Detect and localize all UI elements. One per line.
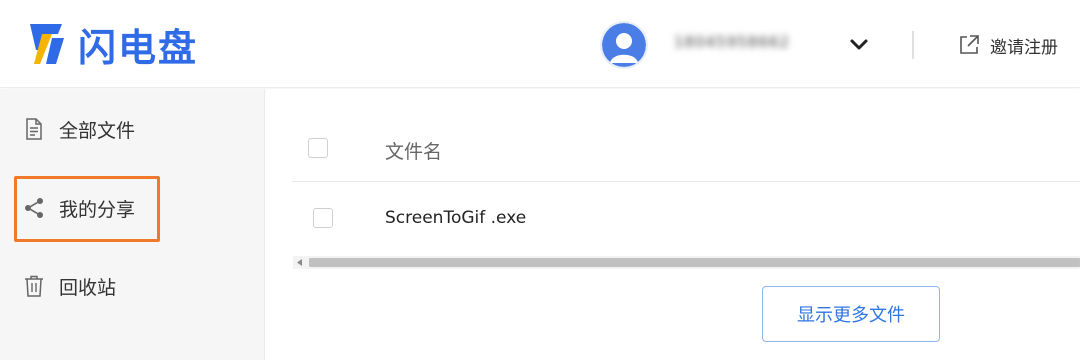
header-divider	[912, 31, 914, 59]
logo-text: 闪电盘	[78, 25, 199, 70]
show-more-files-button[interactable]: 显示更多文件	[762, 286, 940, 342]
lightning-logo-icon	[30, 24, 64, 64]
file-name[interactable]: ScreenToGif .exe	[385, 208, 526, 228]
sidebar-item-all-files[interactable]: 全部文件	[0, 109, 265, 149]
sidebar-item-label: 我的分享	[59, 198, 136, 221]
chevron-down-icon[interactable]	[848, 36, 870, 54]
avatar-person-icon	[602, 23, 646, 67]
invite-register-link[interactable]: 邀请注册	[957, 32, 1058, 58]
scroll-left-arrow-icon[interactable]	[293, 256, 307, 269]
share-icon	[25, 198, 43, 218]
external-link-icon	[960, 35, 979, 54]
sidebar-item-recycle-bin[interactable]: 回收站	[0, 266, 265, 306]
invite-label: 邀请注册	[990, 37, 1058, 58]
horizontal-scrollbar[interactable]	[293, 256, 1080, 269]
sidebar-item-my-shares[interactable]: 我的分享	[0, 188, 265, 228]
table-header: 文件名	[292, 116, 1080, 182]
trash-icon	[25, 275, 43, 297]
scrollbar-thumb[interactable]	[309, 258, 1080, 267]
select-all-checkbox[interactable]	[308, 138, 328, 158]
user-avatar[interactable]	[600, 21, 648, 69]
app-logo[interactable]: 闪电盘	[22, 20, 198, 70]
username[interactable]: 18045958662	[674, 33, 790, 55]
sidebar-item-label: 回收站	[59, 276, 117, 299]
document-icon	[26, 118, 42, 140]
row-checkbox[interactable]	[313, 208, 333, 228]
sidebar: 全部文件 我的分享 回收站	[0, 89, 265, 360]
file-list-panel: 文件名 ScreenToGif .exe 显示更多文件	[266, 89, 1080, 360]
column-header-filename[interactable]: 文件名	[385, 137, 442, 164]
top-header: 闪电盘 18045958662 邀请注册	[0, 0, 1080, 88]
table-row[interactable]: ScreenToGif .exe	[292, 183, 1080, 253]
sidebar-item-label: 全部文件	[59, 119, 136, 142]
